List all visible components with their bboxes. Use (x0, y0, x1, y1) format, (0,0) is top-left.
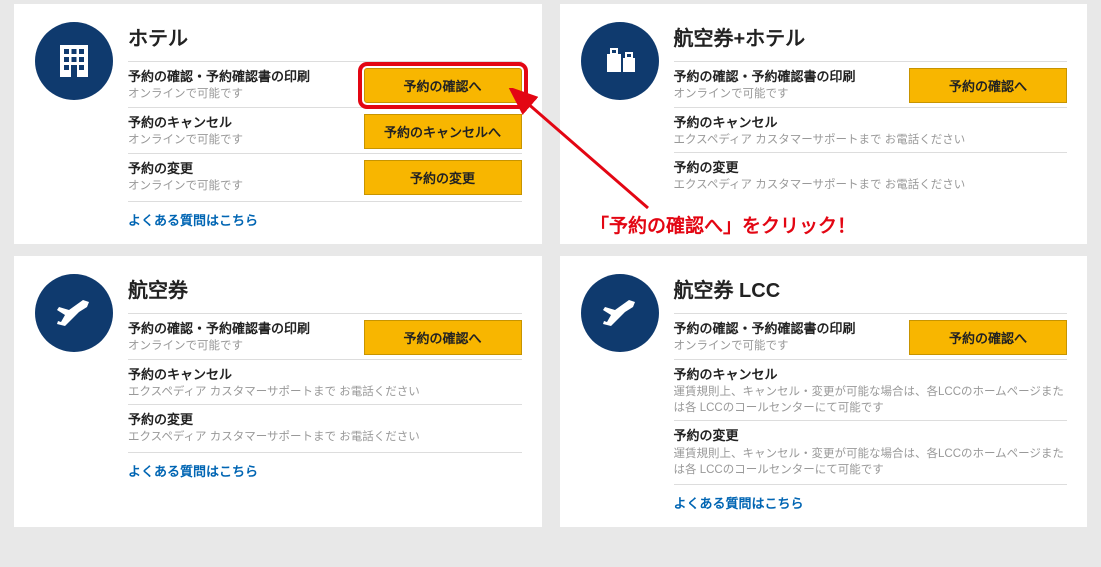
card-hotel: ホテル 予約の確認・予約確認書の印刷 オンラインで可能です 予約の確認へ 予約の… (14, 4, 542, 244)
row-sub: オンラインで可能です (674, 86, 902, 102)
row-confirm: 予約の確認・予約確認書の印刷 オンラインで可能です 予約の確認へ (128, 313, 522, 359)
row-sub: 運賃規則上、キャンセル・変更が可能な場合は、各LCCのホームページまたは各 LC… (674, 446, 1068, 478)
flight-hotel-icon-wrap (580, 22, 660, 198)
faq-row: よくある質問はこちら (674, 484, 1068, 513)
card-flight-hotel: 航空券+ホテル 予約の確認・予約確認書の印刷 オンラインで可能です 予約の確認へ… (560, 4, 1088, 244)
row-change: 予約の変更 オンラインで可能です 予約の変更 (128, 153, 522, 199)
row-sub: エクスペディア カスタマーサポートまで お電話ください (128, 429, 522, 445)
row-sub: オンラインで可能です (674, 338, 902, 354)
row-label: 予約のキャンセル (674, 366, 1068, 384)
row-cancel: 予約のキャンセル 運賃規則上、キャンセル・変更が可能な場合は、各LCCのホームペ… (674, 359, 1068, 420)
row-cancel: 予約のキャンセル オンラインで可能です 予約のキャンセルへ (128, 107, 522, 153)
faq-link[interactable]: よくある質問はこちら (128, 213, 258, 228)
card-grid: ホテル 予約の確認・予約確認書の印刷 オンラインで可能です 予約の確認へ 予約の… (14, 4, 1087, 527)
row-label: 予約の変更 (674, 159, 1068, 177)
change-button[interactable]: 予約の変更 (364, 160, 522, 195)
row-sub: オンラインで可能です (128, 338, 356, 354)
row-label: 予約のキャンセル (674, 114, 1068, 132)
row-sub: オンラインで可能です (128, 86, 356, 102)
card-flight-lcc: 航空券 LCC 予約の確認・予約確認書の印刷 オンラインで可能です 予約の確認へ… (560, 256, 1088, 527)
row-label: 予約のキャンセル (128, 366, 522, 384)
confirm-button[interactable]: 予約の確認へ (909, 68, 1067, 103)
plane-icon (581, 274, 659, 352)
cancel-button[interactable]: 予約のキャンセルへ (364, 114, 522, 149)
flight-icon-wrap (34, 274, 114, 481)
row-label: 予約の確認・予約確認書の印刷 (674, 320, 902, 338)
annotation-text: 「予約の確認へ」をクリック！ (590, 211, 856, 238)
row-sub: エクスペディア カスタマーサポートまで お電話ください (128, 384, 522, 400)
row-confirm: 予約の確認・予約確認書の印刷 オンラインで可能です 予約の確認へ (674, 313, 1068, 359)
row-sub: オンラインで可能です (128, 178, 356, 194)
row-label: 予約の変更 (674, 427, 1068, 445)
row-change: 予約の変更 エクスペディア カスタマーサポートまで お電話ください (674, 152, 1068, 197)
row-sub: オンラインで可能です (128, 132, 356, 148)
card-title: 航空券+ホテル (674, 22, 1068, 51)
faq-row: よくある質問はこちら (128, 452, 522, 481)
confirm-button[interactable]: 予約の確認へ (364, 320, 522, 355)
row-cancel: 予約のキャンセル エクスペディア カスタマーサポートまで お電話ください (674, 107, 1068, 152)
row-label: 予約の確認・予約確認書の印刷 (674, 68, 902, 86)
confirm-button[interactable]: 予約の確認へ (909, 320, 1067, 355)
row-label: 予約の変更 (128, 160, 356, 178)
card-title: 航空券 (128, 274, 522, 303)
hotel-icon-wrap (34, 22, 114, 230)
luggage-icon (581, 22, 659, 100)
row-label: 予約の確認・予約確認書の印刷 (128, 68, 356, 86)
row-change: 予約の変更 エクスペディア カスタマーサポートまで お電話ください (128, 404, 522, 449)
plane-icon (35, 274, 113, 352)
confirm-button[interactable]: 予約の確認へ (364, 68, 522, 103)
row-label: 予約の変更 (128, 411, 522, 429)
card-title: 航空券 LCC (674, 274, 1068, 303)
faq-link[interactable]: よくある質問はこちら (674, 496, 804, 511)
card-flight: 航空券 予約の確認・予約確認書の印刷 オンラインで可能です 予約の確認へ 予約の… (14, 256, 542, 527)
faq-row: よくある質問はこちら (128, 201, 522, 230)
flight-lcc-icon-wrap (580, 274, 660, 513)
faq-link[interactable]: よくある質問はこちら (128, 464, 258, 479)
row-cancel: 予約のキャンセル エクスペディア カスタマーサポートまで お電話ください (128, 359, 522, 404)
row-label: 予約の確認・予約確認書の印刷 (128, 320, 356, 338)
row-change: 予約の変更 運賃規則上、キャンセル・変更が可能な場合は、各LCCのホームページま… (674, 420, 1068, 481)
row-sub: 運賃規則上、キャンセル・変更が可能な場合は、各LCCのホームページまたは各 LC… (674, 384, 1068, 416)
row-confirm: 予約の確認・予約確認書の印刷 オンラインで可能です 予約の確認へ (128, 61, 522, 107)
row-confirm: 予約の確認・予約確認書の印刷 オンラインで可能です 予約の確認へ (674, 61, 1068, 107)
row-label: 予約のキャンセル (128, 114, 356, 132)
hotel-icon (35, 22, 113, 100)
row-sub: エクスペディア カスタマーサポートまで お電話ください (674, 177, 1068, 193)
row-sub: エクスペディア カスタマーサポートまで お電話ください (674, 132, 1068, 148)
card-title: ホテル (128, 22, 522, 51)
